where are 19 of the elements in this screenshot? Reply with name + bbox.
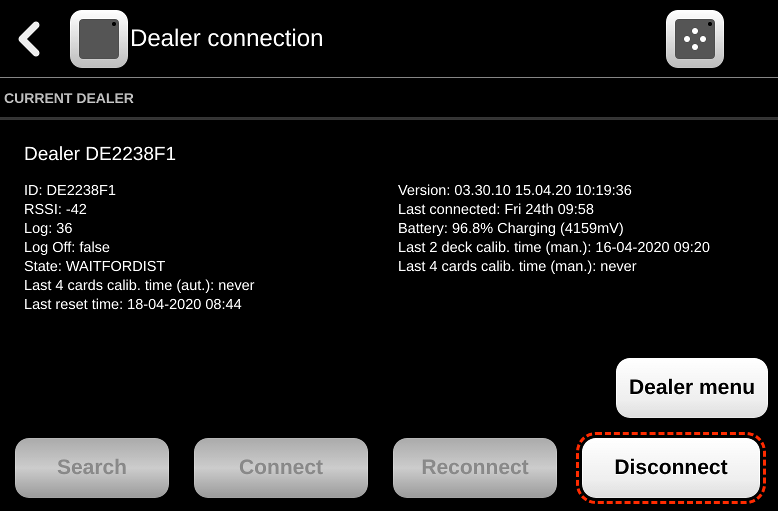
detail-line: Log: 36 [24,220,74,239]
detail-line: Battery: 96.8% Charging (4159mV) [398,220,625,239]
section-header: CURRENT DEALER [4,90,134,106]
dealer-name: Dealer DE2238F1 [24,144,176,166]
detail-line: ID: DE2238F1 [24,182,117,201]
detail-line: Version: 03.30.10 15.04.20 10:19:36 [398,182,633,201]
detail-line: Last 4 cards calib. time (aut.): never [24,277,256,296]
detail-line: Last 4 cards calib. time (man.): never [398,258,638,277]
detail-line: State: WAITFORDIST [24,258,166,277]
detail-line: Last 2 deck calib. time (man.): 16-04-2020 09:20 [398,239,711,258]
detail-line: RSSI: -42 [24,201,88,220]
detail-line: Last connected: Fri 24th 09:58 [398,201,595,220]
device-icon[interactable] [70,10,128,68]
action-button[interactable]: Dealer menu [616,358,768,418]
detail-line: Log Off: false [24,239,111,258]
action-button[interactable]: Disconnect [582,438,760,498]
dice-icon[interactable] [666,10,724,68]
window-title: Dealer connection [130,24,324,52]
detail-line: Last reset time: 18-04-2020 08:44 [24,296,243,315]
